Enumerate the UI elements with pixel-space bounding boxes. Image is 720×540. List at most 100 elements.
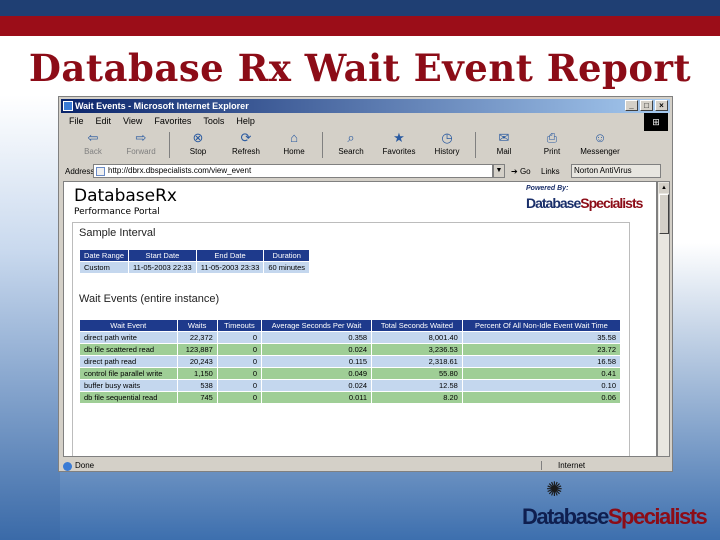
toolbar-search-button[interactable]: ⌕ Search xyxy=(327,130,375,160)
sample-header-cell: Duration xyxy=(263,249,311,262)
toolbar-button-label: Favorites xyxy=(382,147,416,156)
minimize-button[interactable]: _ xyxy=(625,100,638,111)
table-row: Custom 11-05-2003 22:33 11-05-2003 23:33 60… xyxy=(78,261,311,274)
content-frame: Sample Interval Date Range Start Date End … xyxy=(72,222,630,456)
toolbar-stop-button[interactable]: ⊗ Stop xyxy=(174,130,222,160)
toolbar-separator xyxy=(169,132,170,158)
wait-cell: buffer busy waits xyxy=(79,379,178,392)
toolbar-mail-button[interactable]: ✉ Mail xyxy=(480,130,528,160)
wait-cell: 0.06 xyxy=(461,391,622,404)
ie-status-icon xyxy=(63,461,72,471)
window-title: Wait Events - Microsoft Internet Explore… xyxy=(75,101,249,111)
refresh-icon: ⟳ xyxy=(240,130,252,145)
wait-cell: 22,372 xyxy=(176,331,218,344)
toolbar: ⇦ Back ⇨ Forward ⊗ Stop ⟳ Refresh ⌂ Home ⌕ Search ★ F… xyxy=(61,130,670,160)
address-input[interactable]: http://dbrx.dbspecialists.com/view_event xyxy=(93,164,493,178)
wait-cell: 123,887 xyxy=(176,343,218,356)
home-icon: ⌂ xyxy=(290,130,298,145)
menu-favorites[interactable]: Favorites xyxy=(154,114,191,128)
toolbar-button-label: Stop xyxy=(189,147,207,156)
forward-arrow-icon: ⇨ xyxy=(135,130,147,145)
page-icon xyxy=(96,167,105,176)
wait-events-title: Wait Events (entire instance) xyxy=(79,293,220,305)
table-row: direct path read 20,243 0 0.115 2,318.61 16.5… xyxy=(79,355,622,368)
toolbar-button-label: Back xyxy=(84,147,102,156)
mail-icon: ✉ xyxy=(498,130,510,145)
brand-name: Database xyxy=(74,186,156,206)
table-row: db file sequential read 745 0 0.011 8.20 0.06 xyxy=(79,391,622,404)
wait-cell: 538 xyxy=(176,379,218,392)
links-button[interactable]: Links xyxy=(541,167,571,176)
page-viewport: DatabaseRx Performance Portal Powered By… xyxy=(63,181,657,457)
toolbar-print-button[interactable]: ⎙ Print xyxy=(528,130,576,160)
wait-cell: 20,243 xyxy=(176,355,218,368)
toolbar-messenger-button[interactable]: ☺ Messenger xyxy=(576,130,624,160)
address-label: Address xyxy=(65,166,95,176)
norton-antivirus-button[interactable]: Norton AntiVirus xyxy=(571,164,661,178)
wait-cell: 55.80 xyxy=(371,367,463,380)
toolbar-home-button[interactable]: ⌂ Home xyxy=(270,130,318,160)
toolbar-forward-button[interactable]: ⇨ Forward xyxy=(117,130,165,160)
wait-cell: 0.115 xyxy=(260,355,373,368)
sample-cell: 11-05-2003 23:33 xyxy=(195,261,265,274)
menu-file[interactable]: File xyxy=(69,114,84,128)
print-icon: ⎙ xyxy=(546,130,558,145)
go-button[interactable]: ➔ Go xyxy=(511,167,541,176)
search-icon: ⌕ xyxy=(347,130,355,145)
window-titlebar[interactable]: Wait Events - Microsoft Internet Explore… xyxy=(61,99,670,113)
powered-logo-part-b: Specialists xyxy=(580,195,643,211)
wait-cell: 1,150 xyxy=(176,367,218,380)
wait-cell: 0.024 xyxy=(260,379,373,392)
wait-header-cell: Wait Event xyxy=(79,319,178,332)
wait-cell: direct path write xyxy=(79,331,178,344)
toolbar-button-label: Print xyxy=(543,147,561,156)
wait-cell: 745 xyxy=(176,391,218,404)
close-button[interactable]: × xyxy=(655,100,668,111)
wait-cell: 0.049 xyxy=(260,367,373,380)
toolbar-separator xyxy=(322,132,323,158)
sample-interval-title: Sample Interval xyxy=(79,227,156,239)
toolbar-button-label: Forward xyxy=(126,147,156,156)
toolbar-history-button[interactable]: ◷ History xyxy=(423,130,471,160)
vertical-scrollbar[interactable]: ▲ xyxy=(657,181,670,457)
status-bar: Done Internet xyxy=(61,459,670,471)
toolbar-back-button[interactable]: ⇦ Back xyxy=(69,130,117,160)
history-icon: ◷ xyxy=(441,130,453,145)
address-bar: Address http://dbrx.dbspecialists.com/vi… xyxy=(61,163,670,179)
brand-rx: Rx xyxy=(155,186,177,206)
wait-header-cell: Average Seconds Per Wait xyxy=(260,319,373,332)
scroll-up-button[interactable]: ▲ xyxy=(659,183,669,193)
menu-edit[interactable]: Edit xyxy=(96,114,112,128)
toolbar-button-label: History xyxy=(434,147,460,156)
wait-cell: 12.58 xyxy=(371,379,463,392)
toolbar-refresh-button[interactable]: ⟳ Refresh xyxy=(222,130,270,160)
logo-part-b: Specialists xyxy=(607,504,708,529)
toolbar-favorites-button[interactable]: ★ Favorites xyxy=(375,130,423,160)
address-dropdown-button[interactable]: ▼ xyxy=(493,164,505,178)
sample-header-cell: End Date xyxy=(195,249,265,262)
menu-tools[interactable]: Tools xyxy=(203,114,224,128)
menu-help[interactable]: Help xyxy=(236,114,255,128)
wait-header-cell: Timeouts xyxy=(216,319,263,332)
wait-cell: 2,318.61 xyxy=(371,355,463,368)
powered-by-label: Powered By: xyxy=(526,185,569,192)
menu-view[interactable]: View xyxy=(123,114,142,128)
powered-by-logo[interactable]: DatabaseSpecialists xyxy=(526,195,643,211)
wait-cell: 23.72 xyxy=(461,343,622,356)
toolbar-button-label: Messenger xyxy=(580,147,620,156)
messenger-icon: ☺ xyxy=(593,130,607,145)
back-arrow-icon: ⇦ xyxy=(87,130,99,145)
wait-cell: db file sequential read xyxy=(79,391,178,404)
wait-cell: 0.358 xyxy=(260,331,373,344)
wait-cell: direct path read xyxy=(79,355,178,368)
table-row: buffer busy waits 538 0 0.024 12.58 0.10 xyxy=(79,379,622,392)
wait-header-cell: Percent Of All Non-Idle Event Wait Time xyxy=(461,319,622,332)
slide-left-gradient xyxy=(0,95,60,540)
toolbar-button-label: Mail xyxy=(496,147,512,156)
maximize-button[interactable]: □ xyxy=(640,100,653,111)
menubar: File Edit View Favorites Tools Help xyxy=(61,114,670,128)
scroll-thumb[interactable] xyxy=(659,194,669,234)
status-done: Done xyxy=(75,460,95,470)
address-value: http://dbrx.dbspecialists.com/view_event xyxy=(108,166,252,175)
logo-part-a: Database xyxy=(522,504,609,529)
